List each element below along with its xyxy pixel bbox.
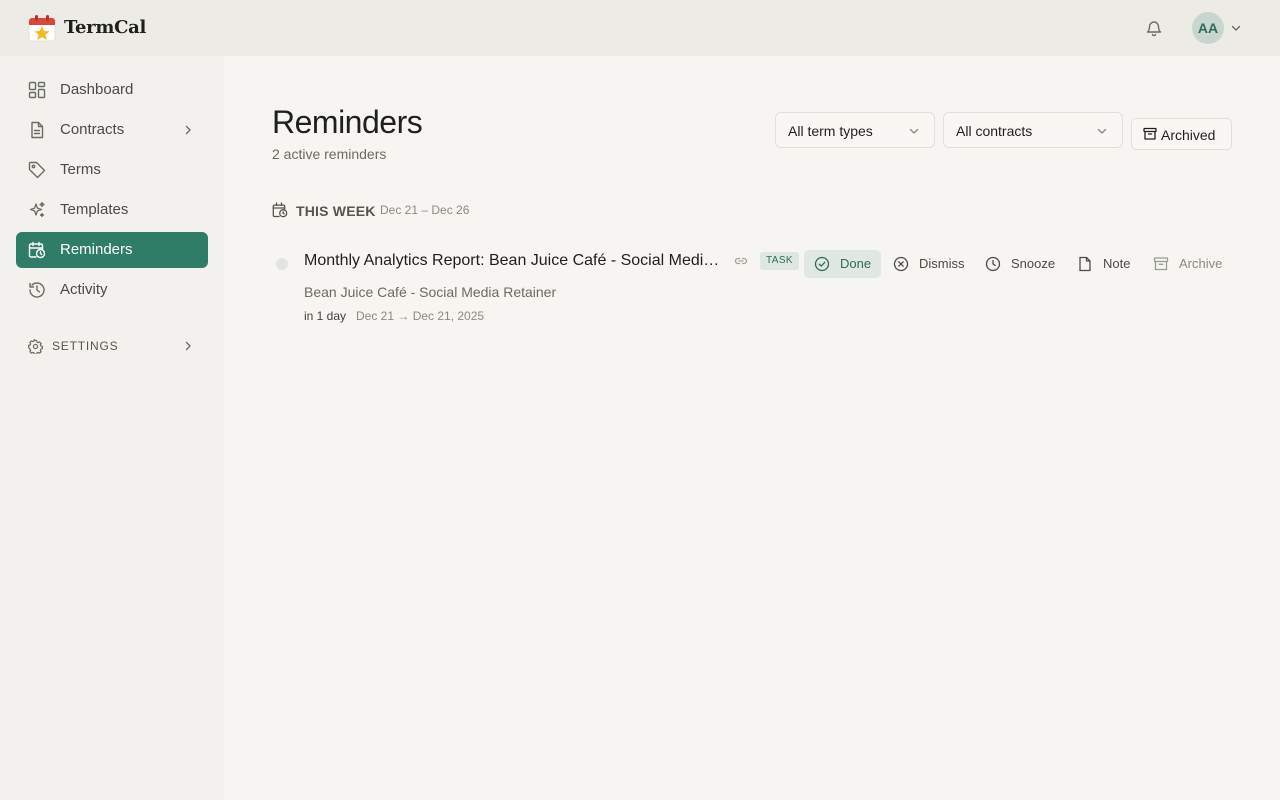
chevron-down-icon[interactable] <box>1230 22 1242 34</box>
sidebar-item-dashboard[interactable]: Dashboard <box>16 72 208 108</box>
top-bar: TermCal AA <box>0 0 1280 56</box>
sidebar-item-label: Contracts <box>60 121 125 138</box>
clock-icon <box>985 256 1001 272</box>
reminder-due: in 1 day <box>304 309 347 323</box>
settings-label: SETTINGS <box>52 339 119 353</box>
sidebar-item-label: Terms <box>60 161 101 178</box>
snooze-label: Snooze <box>1011 256 1056 271</box>
sparkles-icon <box>29 201 45 218</box>
archive-button[interactable]: Archive <box>1143 250 1232 278</box>
tag-icon <box>28 161 46 179</box>
calendar-clock-icon <box>28 241 46 259</box>
dismiss-label: Dismiss <box>919 256 965 271</box>
section-label: THIS WEEK <box>296 203 376 219</box>
contract-filter-value: All contracts <box>956 123 1033 139</box>
sidebar-settings[interactable]: SETTINGS <box>16 332 208 360</box>
type-badge: TASK <box>760 252 799 270</box>
chevron-right-icon[interactable] <box>182 340 194 352</box>
sidebar-item-contracts[interactable]: Contracts <box>16 112 208 148</box>
reminder-dates: Dec 21 → Dec 21, 2025 <box>356 309 485 323</box>
term-type-filter-value: All term types <box>788 123 873 139</box>
chevron-down-icon <box>909 128 919 134</box>
archive-label: Archive <box>1179 256 1223 271</box>
calendar-star-logo-icon <box>28 15 56 42</box>
sidebar-item-label: Activity <box>60 281 108 298</box>
snooze-button[interactable]: Snooze <box>975 250 1061 278</box>
done-button[interactable]: Done <box>804 250 881 278</box>
archived-button-label: Archived <box>1161 127 1216 143</box>
reminder-row: Monthly Analytics Report: Bean Juice Caf… <box>272 244 1232 334</box>
reminder-contract[interactable]: Bean Juice Café - Social Media Retainer <box>304 284 556 300</box>
sidebar-item-activity[interactable]: Activity <box>16 272 208 308</box>
done-label: Done <box>840 256 872 271</box>
dismiss-button[interactable]: Dismiss <box>883 250 969 278</box>
document-icon <box>31 121 44 139</box>
archived-button[interactable]: Archived <box>1131 118 1232 150</box>
chevron-down-icon <box>1097 128 1107 134</box>
user-avatar[interactable]: AA <box>1192 12 1224 44</box>
app-name: TermCal <box>64 17 147 38</box>
note-icon <box>1079 256 1091 272</box>
term-type-filter[interactable]: All term types <box>775 112 935 148</box>
gear-icon <box>28 339 43 354</box>
dashboard-icon <box>28 81 46 99</box>
sidebar-item-label: Reminders <box>60 241 133 258</box>
note-button[interactable]: Note <box>1067 250 1137 278</box>
x-circle-icon <box>893 256 909 272</box>
archive-icon <box>1143 127 1157 140</box>
history-icon <box>29 282 45 298</box>
check-circle-icon <box>814 256 830 272</box>
sidebar-item-reminders[interactable]: Reminders <box>16 232 208 268</box>
calendar-clock-icon <box>272 202 288 218</box>
main-content: Reminders 2 active reminders All term ty… <box>224 56 1280 800</box>
sidebar-item-label: Templates <box>60 201 129 218</box>
sidebar-item-terms[interactable]: Terms <box>16 152 208 188</box>
section-date-range: Dec 21 – Dec 26 <box>380 203 470 217</box>
chevron-right-icon[interactable] <box>182 124 194 136</box>
sidebar: Dashboard Contracts Terms Templates Remi… <box>0 56 224 800</box>
page-subtitle: 2 active reminders <box>272 146 387 162</box>
contract-filter[interactable]: All contracts <box>943 112 1123 148</box>
archive-icon <box>1153 257 1169 271</box>
link-icon[interactable] <box>734 254 748 268</box>
bell-icon[interactable] <box>1145 19 1163 37</box>
sidebar-item-templates[interactable]: Templates <box>16 192 208 228</box>
page-title: Reminders <box>272 104 423 140</box>
note-label: Note <box>1103 256 1131 271</box>
status-dot[interactable] <box>276 258 288 270</box>
reminder-title[interactable]: Monthly Analytics Report: Bean Juice Caf… <box>304 252 724 270</box>
sidebar-item-label: Dashboard <box>60 81 134 98</box>
